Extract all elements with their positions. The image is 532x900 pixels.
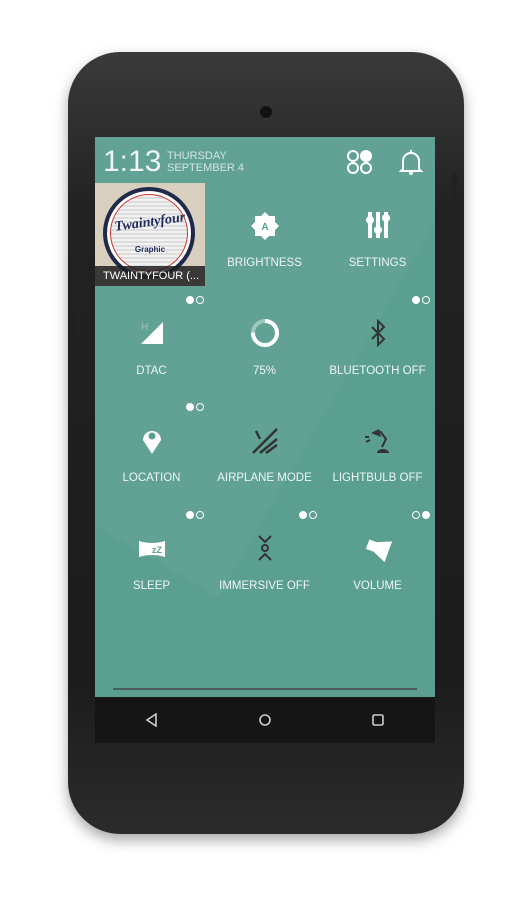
tile-sleep[interactable]: zZ SLEEP <box>95 506 208 613</box>
page-dot <box>196 295 204 304</box>
location-pin-icon <box>142 431 161 454</box>
tile-label: LOCATION <box>122 472 181 484</box>
page-dot <box>309 510 317 519</box>
power-button <box>452 172 457 218</box>
battery-ring-icon <box>250 318 279 347</box>
sliders-icon <box>365 212 390 238</box>
tile-75[interactable]: 75% <box>208 291 321 398</box>
date: THURSDAY SEPTEMBER 4 <box>167 150 244 174</box>
tile-label: VOLUME <box>353 579 402 592</box>
page-dots <box>299 510 317 519</box>
tile-airplane-mode[interactable]: AIRPLANE MODE <box>208 398 321 505</box>
signal-icon: H <box>140 321 163 344</box>
svg-text:H: H <box>141 322 148 333</box>
bell-icon[interactable] <box>397 149 425 175</box>
tile-label: DTAC <box>136 364 167 377</box>
page-dot <box>422 510 430 519</box>
svg-text:A: A <box>261 222 268 233</box>
tile-label: BRIGHTNESS <box>227 257 302 269</box>
tile-label: 75% <box>252 364 277 377</box>
quick-settings-panel: 1:13 THURSDAY SEPTEMBER 4 Twaintyfour Gra… <box>95 137 435 697</box>
page-dots <box>186 403 204 411</box>
brightness-auto-icon: A <box>250 212 279 240</box>
tile-label: BLUETOOTH OFF <box>329 364 426 377</box>
tile-location[interactable]: LOCATION <box>95 398 208 505</box>
tile-label: AIRPLANE MODE <box>217 472 312 484</box>
tile-brightness[interactable]: A BRIGHTNESS <box>208 183 321 290</box>
tile-dtac[interactable]: H DTAC <box>95 291 208 398</box>
page-dots <box>186 295 204 304</box>
clock: 1:13 <box>103 145 162 178</box>
media-tile[interactable]: Twaintyfour Graphic TWAINTYFOUR (... <box>95 183 205 286</box>
day: THURSDAY <box>167 150 227 162</box>
page-dots <box>412 295 430 304</box>
navigation-bar <box>95 697 435 743</box>
back-icon[interactable] <box>132 700 172 740</box>
tile-label: SLEEP <box>132 579 171 592</box>
pillow-icon: zZ <box>138 540 165 557</box>
page-dot <box>186 295 194 304</box>
home-icon[interactable] <box>245 700 285 740</box>
tile-label: IMMERSIVE OFF <box>219 579 310 592</box>
airplane-icon <box>251 428 278 455</box>
tile-bluetooth-off[interactable]: BLUETOOTH OFF <box>321 291 434 398</box>
tile-settings[interactable]: SETTINGS <box>321 183 434 290</box>
page-dot <box>412 510 420 519</box>
page-dot <box>186 403 194 411</box>
tile-lightbulb-off[interactable]: LIGHTBULB OFF <box>321 398 434 505</box>
album-art-sub: Graphic <box>134 245 166 254</box>
lamp-icon <box>364 429 389 453</box>
page-dot <box>196 510 204 519</box>
bluetooth-icon <box>370 318 385 347</box>
megaphone-icon <box>365 539 392 562</box>
front-camera <box>258 104 274 120</box>
page-dot <box>299 510 307 519</box>
volume-rocker <box>75 222 80 340</box>
page-dot <box>196 403 204 411</box>
drag-handle[interactable] <box>113 688 417 690</box>
tile-volume[interactable]: VOLUME <box>321 506 434 613</box>
immersive-icon <box>257 534 272 561</box>
media-title: TWAINTYFOUR (... <box>95 266 205 286</box>
page-dot <box>412 295 420 304</box>
tiles-icon[interactable] <box>346 149 374 175</box>
page-dot <box>186 510 194 519</box>
page-dots <box>412 510 430 519</box>
tile-label: SETTINGS <box>348 257 407 269</box>
recents-icon[interactable] <box>358 700 398 740</box>
date-text: SEPTEMBER 4 <box>167 162 245 174</box>
tile-label: LIGHTBULB OFF <box>332 472 423 484</box>
page-dots <box>186 510 204 519</box>
svg-text:zZ: zZ <box>152 545 163 555</box>
page-dot <box>422 295 430 304</box>
tile-immersive-off[interactable]: IMMERSIVE OFF <box>208 506 321 613</box>
